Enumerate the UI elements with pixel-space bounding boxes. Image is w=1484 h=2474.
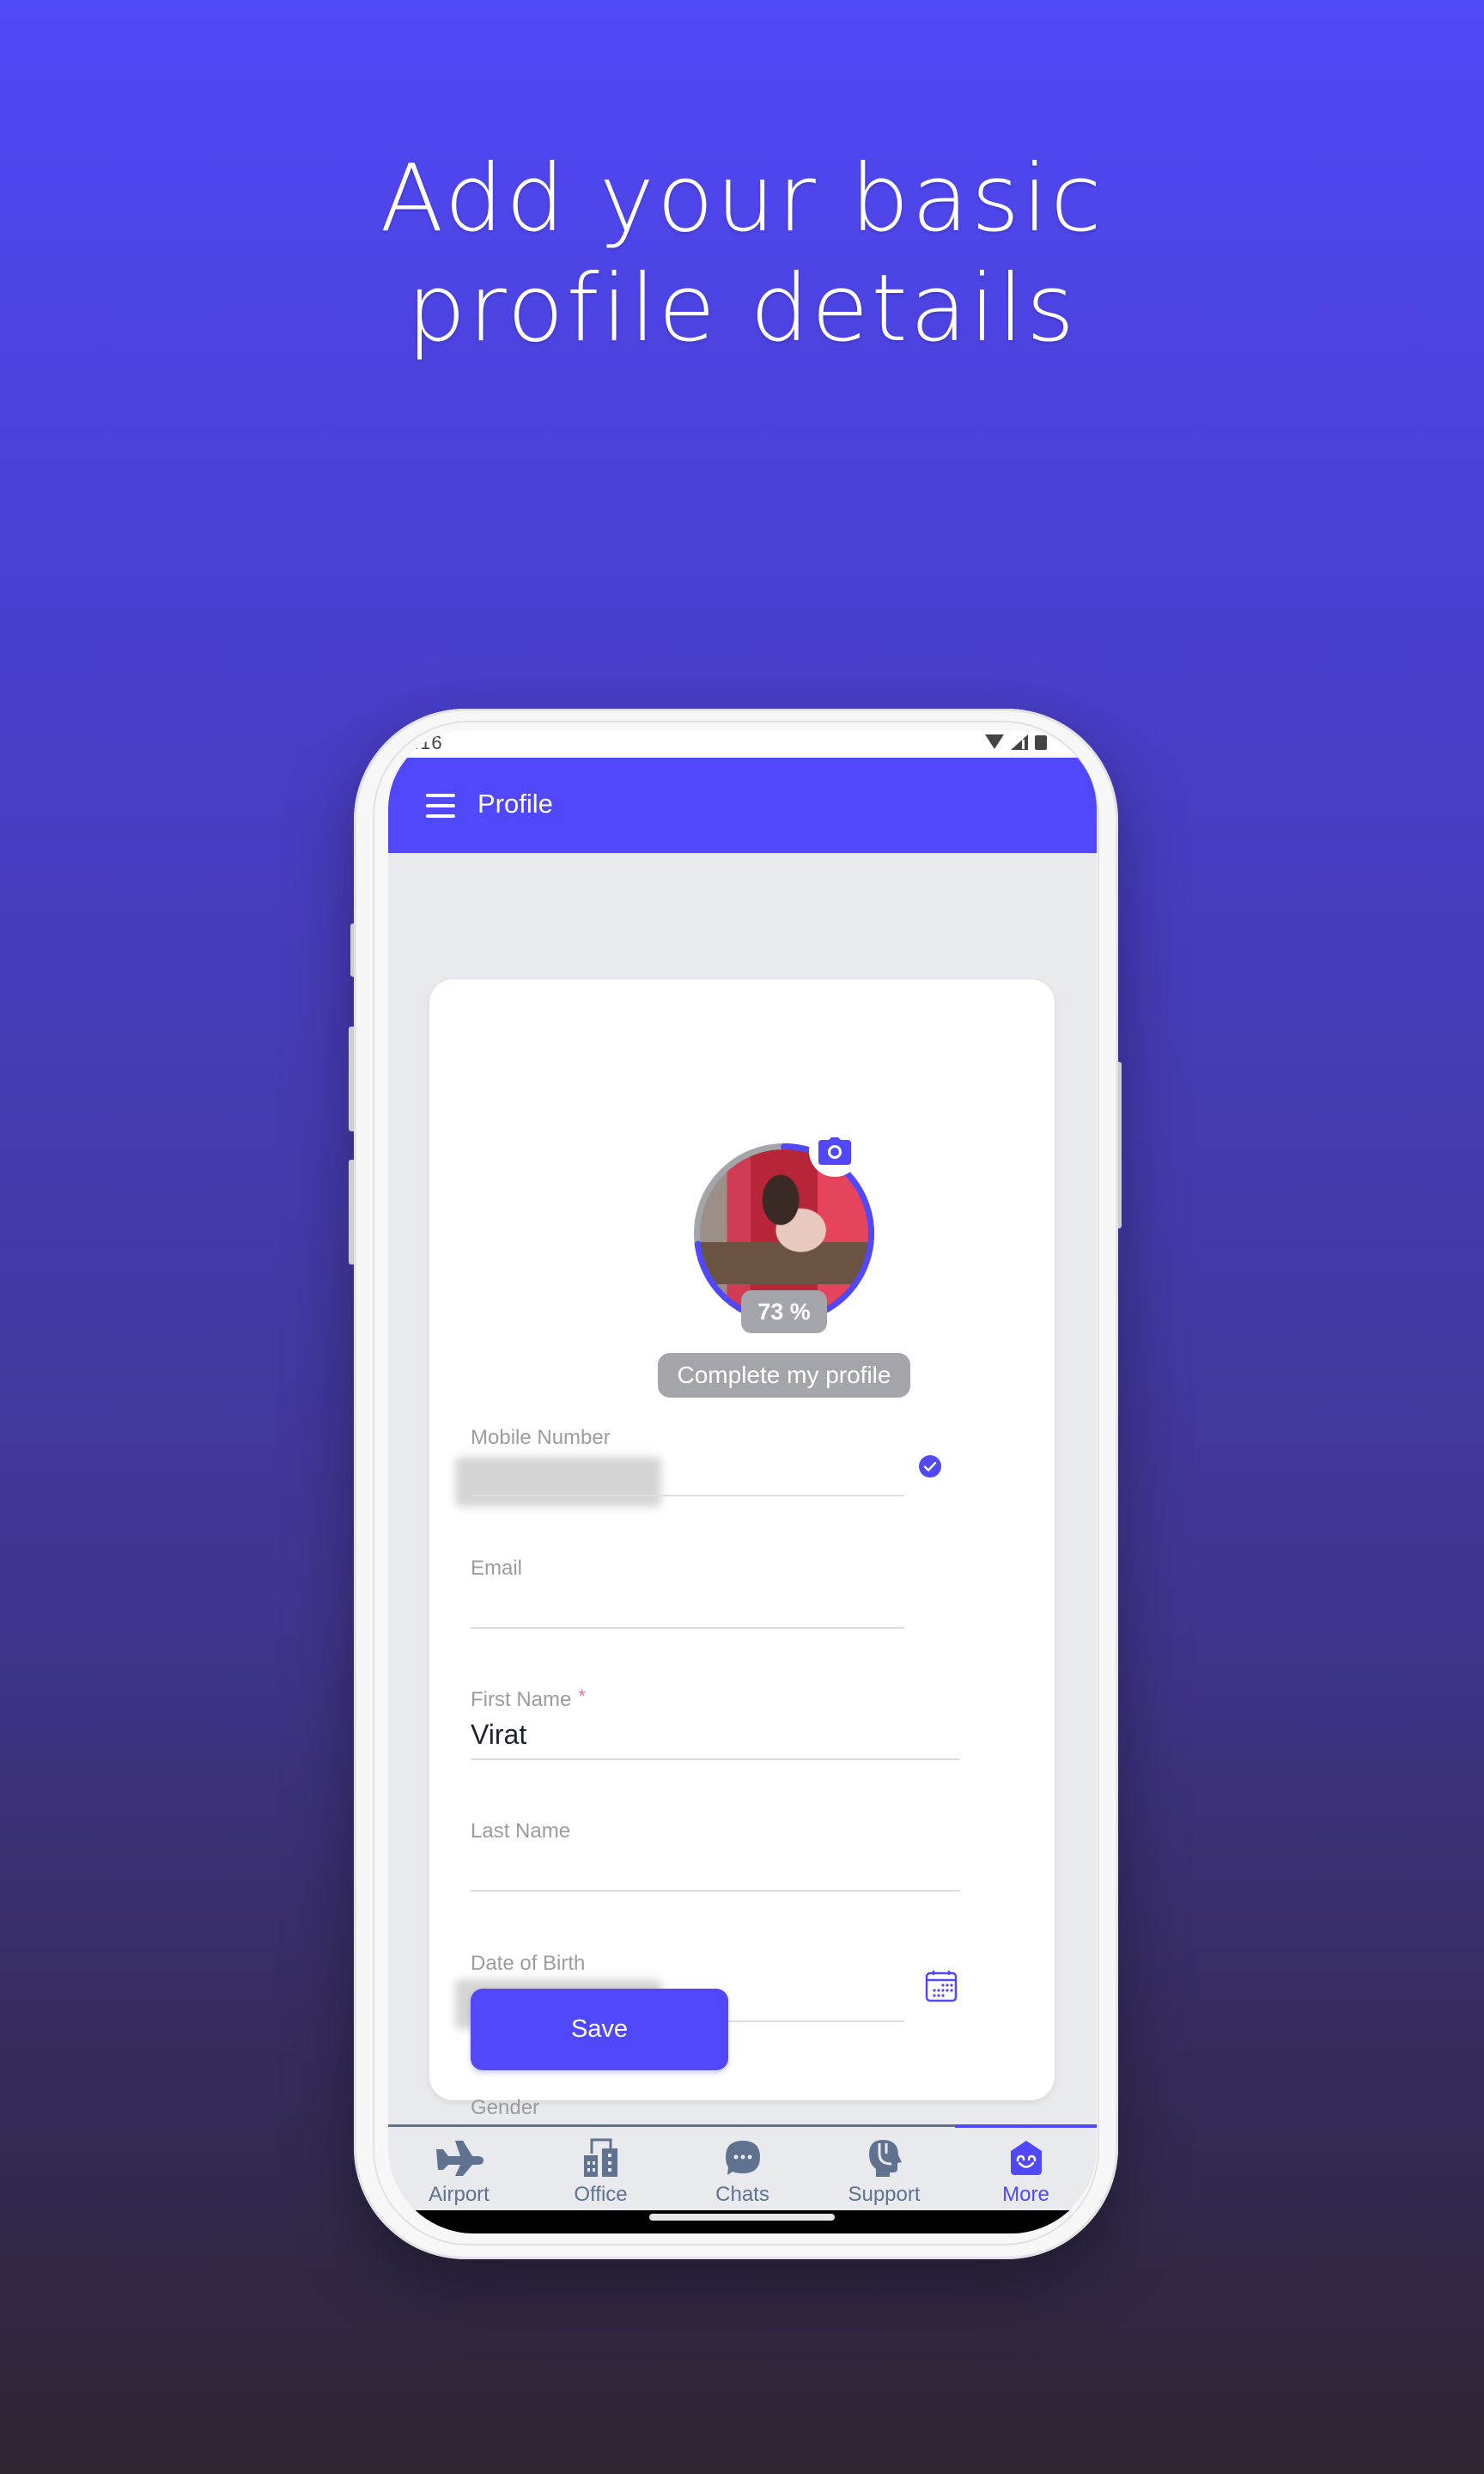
phone-screen: :16 Profile 73 % Complete my profile Mob…: [388, 730, 1097, 2233]
first-name-label: First Name *: [471, 1685, 586, 1712]
nav-item-chats[interactable]: Chats: [672, 2131, 813, 2207]
nav-label-support: Support: [848, 2183, 921, 2206]
complete-profile-button[interactable]: Complete my profile: [658, 1353, 910, 1398]
nav-item-more[interactable]: More: [955, 2131, 1097, 2207]
profile-card: 73 % Complete my profile Mobile Number E…: [429, 979, 1055, 2175]
nav-label-more: More: [1002, 2183, 1049, 2206]
status-bar: :16: [388, 730, 1097, 758]
airplane-icon: [435, 2141, 484, 2176]
first-name-value: Virat: [471, 1719, 527, 1750]
required-asterisk: *: [578, 1685, 586, 1707]
email-field[interactable]: Email: [471, 1557, 904, 1634]
mobile-number-underline: [471, 1495, 904, 1496]
wifi-icon: [985, 734, 1004, 749]
support-headset-icon: [868, 2140, 902, 2177]
nav-label-airport: Airport: [429, 2183, 490, 2206]
last-name-label: Last Name: [471, 1819, 571, 1843]
office-building-icon: [583, 2138, 617, 2177]
chat-bubble-icon: [725, 2141, 760, 2175]
first-name-underline: [471, 1758, 960, 1760]
status-icons: [985, 734, 1047, 750]
more-smile-icon: [1010, 2141, 1042, 2175]
headline-line-1: Add your basic: [380, 145, 1104, 253]
bottom-nav-active-indicator: [955, 2124, 1097, 2128]
nav-item-airport[interactable]: Airport: [388, 2131, 530, 2207]
mobile-number-label: Mobile Number: [471, 1426, 611, 1449]
page-title: Profile: [477, 789, 553, 819]
last-name-field[interactable]: Last Name: [471, 1819, 960, 1897]
profile-completion-badge: 73 %: [741, 1290, 827, 1333]
mobile-number-field[interactable]: Mobile Number: [455, 1426, 1055, 1512]
nav-item-support[interactable]: Support: [813, 2131, 955, 2207]
mobile-number-redacted-value: [455, 1457, 661, 1507]
headline-line-2: profile details: [406, 255, 1078, 363]
save-button[interactable]: Save: [471, 1989, 728, 2070]
first-name-field[interactable]: First Name * Virat: [471, 1685, 960, 1765]
home-indicator[interactable]: [649, 2214, 835, 2221]
status-time: :16: [414, 732, 443, 753]
signal-icon: [1011, 734, 1028, 750]
bottom-navigation: Airport Office Chats Support More: [388, 2124, 1097, 2210]
camera-icon: [818, 1137, 851, 1165]
change-photo-button[interactable]: [809, 1125, 861, 1177]
gender-label: Gender: [471, 2096, 540, 2119]
verified-check-icon: [919, 1455, 941, 1478]
battery-icon: [1035, 735, 1047, 750]
email-label: Email: [471, 1557, 523, 1580]
email-underline: [471, 1627, 904, 1629]
calendar-icon[interactable]: [924, 1969, 958, 2003]
hamburger-menu-icon[interactable]: [426, 794, 455, 818]
last-name-underline: [471, 1890, 960, 1892]
gesture-bar: [388, 2210, 1097, 2233]
promo-headline: Add your basic profile details: [0, 144, 1484, 364]
nav-item-office[interactable]: Office: [530, 2131, 672, 2207]
nav-label-chats: Chats: [715, 2183, 769, 2206]
app-bar: Profile: [388, 758, 1097, 853]
first-name-label-text: First Name: [471, 1688, 572, 1711]
nav-label-office: Office: [574, 2183, 628, 2206]
date-of-birth-label: Date of Birth: [471, 1952, 586, 1975]
